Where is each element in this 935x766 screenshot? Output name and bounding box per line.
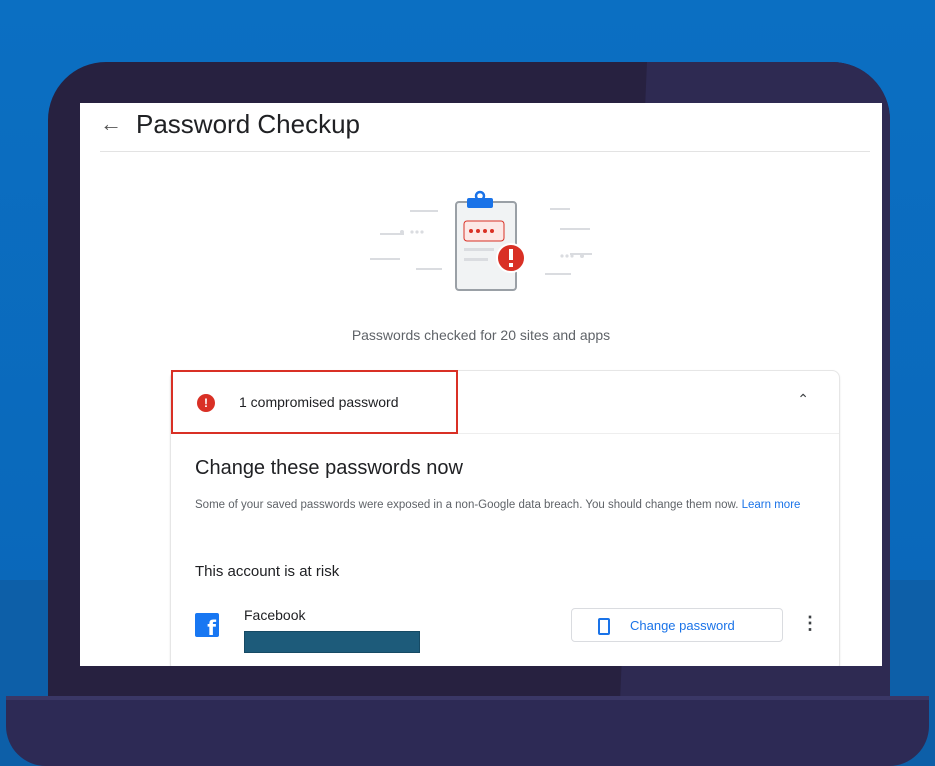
alert-badge-icon bbox=[496, 243, 526, 273]
change-password-button[interactable]: Change password bbox=[571, 608, 783, 642]
phone-icon bbox=[598, 618, 610, 635]
laptop-base bbox=[6, 700, 929, 766]
page-title: Password Checkup bbox=[136, 109, 360, 139]
redacted-username bbox=[244, 631, 420, 653]
learn-more-link[interactable]: Learn more bbox=[742, 499, 801, 511]
facebook-icon: f bbox=[195, 613, 219, 637]
description-text: Some of your saved passwords were expose… bbox=[195, 499, 739, 511]
top-bar: ← Password Checkup bbox=[100, 103, 870, 152]
risk-label: This account is at risk bbox=[195, 563, 340, 580]
checked-summary: Passwords checked for 20 sites and apps bbox=[351, 327, 611, 343]
alert-icon: ! bbox=[197, 394, 215, 412]
more-vert-icon[interactable]: ⋮ bbox=[801, 612, 819, 634]
change-password-label: Change password bbox=[630, 618, 735, 633]
back-arrow-icon[interactable]: ← bbox=[100, 113, 122, 135]
checkup-illustration bbox=[370, 190, 592, 291]
compromised-card: ! 1 compromised password ⌃ Change these … bbox=[170, 370, 840, 666]
site-name: Facebook bbox=[244, 607, 306, 623]
card-header[interactable]: ! 1 compromised password ⌃ bbox=[171, 370, 839, 434]
laptop-screen: ← Password Checkup Passwords checked for… bbox=[80, 103, 882, 666]
section-heading: Change these passwords now bbox=[195, 457, 463, 479]
chevron-up-icon[interactable]: ⌃ bbox=[797, 391, 809, 408]
section-description: Some of your saved passwords were expose… bbox=[195, 495, 815, 515]
compromised-count: 1 compromised password bbox=[239, 394, 399, 410]
clipboard-icon bbox=[455, 190, 517, 291]
